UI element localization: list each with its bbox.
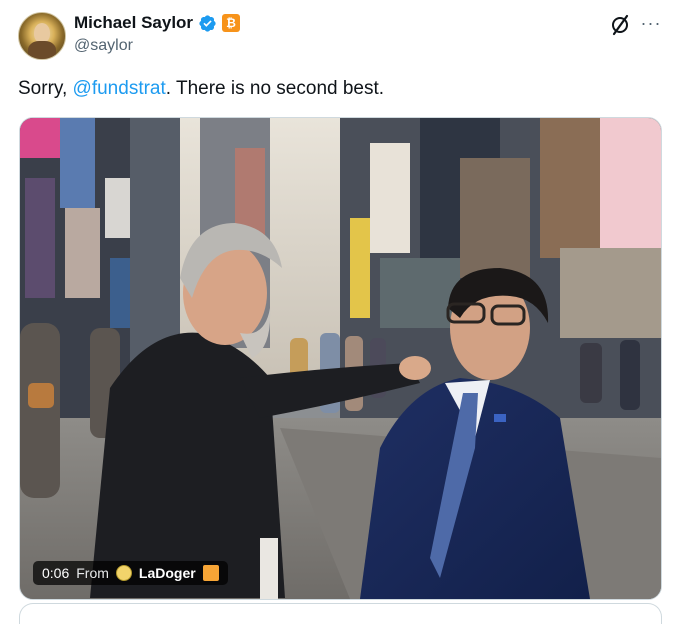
video-timestamp: 0:06 (42, 565, 70, 581)
video-frame (20, 118, 661, 599)
author-handle[interactable]: @saylor (74, 37, 133, 55)
more-options-icon[interactable]: ··· (640, 12, 662, 34)
video-from-label: From (76, 565, 109, 581)
video-player[interactable] (19, 117, 662, 600)
tweet-text-before: Sorry, (18, 78, 73, 99)
mention-link[interactable]: @fundstrat (73, 78, 166, 99)
verified-badge-icon[interactable] (198, 14, 217, 33)
avatar-body (28, 41, 56, 59)
source-badge-icon (202, 565, 219, 581)
author-display-name[interactable]: Michael Saylor (74, 13, 193, 33)
video-overlay-pill[interactable]: 0:06 From LaDoger (33, 561, 228, 585)
author-avatar[interactable] (18, 12, 66, 60)
video-source-name[interactable]: LaDoger (139, 565, 196, 581)
author-name-row: Michael Saylor ₿ (74, 13, 241, 33)
grok-icon[interactable] (608, 13, 632, 37)
avatar-face (34, 23, 50, 43)
tweet-text-after: . There is no second best. (165, 78, 385, 99)
bitcoin-badge-icon[interactable]: ₿ (222, 14, 241, 32)
tweet-text: Sorry, @fundstrat. There is no second be… (18, 78, 384, 100)
source-avatar-icon (115, 565, 132, 581)
